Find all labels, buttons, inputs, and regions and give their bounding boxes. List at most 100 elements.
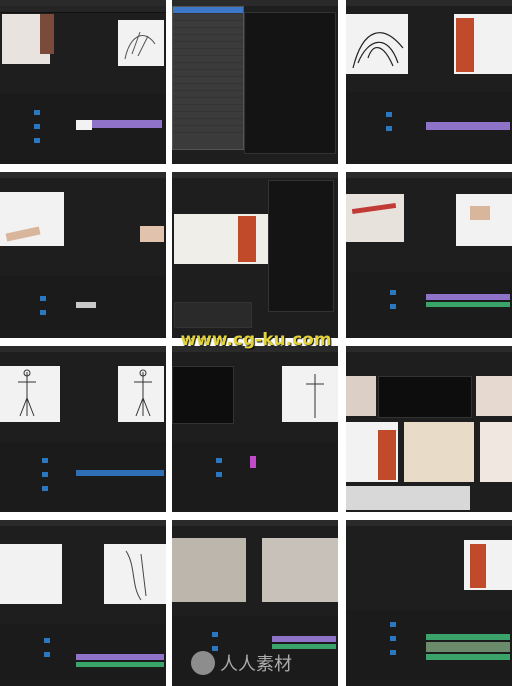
menu-item[interactable] bbox=[173, 84, 243, 91]
video-clip[interactable] bbox=[92, 120, 162, 128]
clip-thumbnails[interactable] bbox=[426, 642, 510, 652]
menu-item[interactable] bbox=[173, 49, 243, 56]
track-toggle[interactable] bbox=[390, 290, 396, 295]
track-toggle[interactable] bbox=[34, 138, 40, 143]
timeline-panel bbox=[0, 276, 166, 338]
menu-item[interactable] bbox=[173, 105, 243, 112]
hair-sketch bbox=[352, 32, 404, 69]
red-hair-image bbox=[456, 18, 474, 72]
track-toggle[interactable] bbox=[34, 124, 40, 129]
menu-item[interactable] bbox=[173, 98, 243, 105]
screenshot-tile-2 bbox=[172, 0, 338, 164]
program-preview bbox=[456, 194, 512, 246]
title-styles-panel bbox=[174, 302, 252, 328]
video-clip[interactable] bbox=[272, 636, 336, 642]
menu-bar bbox=[346, 0, 512, 6]
timeline-panel bbox=[0, 94, 166, 164]
title-clip[interactable] bbox=[76, 302, 96, 308]
menu-item[interactable] bbox=[173, 70, 243, 77]
screenshot-tile-10 bbox=[0, 520, 166, 686]
video-clip[interactable] bbox=[76, 470, 164, 476]
video-clip[interactable] bbox=[250, 456, 256, 468]
track-toggle[interactable] bbox=[42, 486, 48, 491]
workspace-tabs bbox=[0, 6, 166, 13]
track-toggle[interactable] bbox=[44, 652, 50, 657]
track-toggle[interactable] bbox=[386, 126, 392, 131]
face-image bbox=[40, 14, 54, 54]
track-toggle[interactable] bbox=[386, 112, 392, 117]
menu-item[interactable] bbox=[173, 77, 243, 84]
timeline-panel bbox=[0, 624, 166, 686]
screenshot-tile-3 bbox=[346, 0, 512, 164]
watermark-url: www.cg-ku.com bbox=[180, 330, 332, 350]
track-toggle[interactable] bbox=[212, 632, 218, 637]
screenshot-tile-6 bbox=[346, 172, 512, 338]
red-hair-image bbox=[378, 430, 396, 480]
screenshot-tile-4 bbox=[0, 172, 166, 338]
video-clip[interactable] bbox=[426, 122, 510, 130]
screenshot-tile-9 bbox=[346, 346, 512, 512]
thumbnail bbox=[476, 376, 512, 416]
menu-item[interactable] bbox=[173, 126, 243, 133]
screenshot-tile-12 bbox=[346, 520, 512, 686]
skeleton-sketch bbox=[134, 369, 152, 417]
menu-item[interactable] bbox=[173, 63, 243, 70]
dropdown-menu[interactable] bbox=[172, 6, 244, 150]
screenshot-tile-1 bbox=[0, 0, 166, 164]
audio-clip[interactable] bbox=[426, 634, 510, 640]
menu-item[interactable] bbox=[173, 112, 243, 119]
audio-clip[interactable] bbox=[426, 654, 510, 660]
timeline-panel bbox=[346, 272, 512, 338]
menu-bar bbox=[172, 172, 338, 178]
video-clip[interactable] bbox=[426, 294, 510, 300]
track-toggle[interactable] bbox=[42, 458, 48, 463]
thumbnail bbox=[346, 376, 376, 416]
audio-clip[interactable] bbox=[76, 662, 164, 667]
skeleton-sketch bbox=[306, 374, 324, 418]
audio-clip[interactable] bbox=[426, 302, 510, 307]
menu-bar bbox=[346, 520, 512, 526]
screenshot-tile-8 bbox=[172, 346, 338, 512]
menu-item[interactable] bbox=[173, 56, 243, 63]
menu-item[interactable] bbox=[173, 42, 243, 49]
track-toggle[interactable] bbox=[216, 458, 222, 463]
hand-image bbox=[470, 206, 490, 220]
menu-item[interactable] bbox=[173, 28, 243, 35]
thumbnail-clip bbox=[76, 120, 92, 130]
menu-item[interactable] bbox=[173, 91, 243, 98]
track-toggle[interactable] bbox=[216, 472, 222, 477]
video-clip[interactable] bbox=[76, 654, 164, 660]
timeline-panel bbox=[0, 442, 166, 512]
source-monitor bbox=[172, 366, 234, 424]
thumbnail bbox=[346, 486, 470, 510]
menu-item[interactable] bbox=[173, 21, 243, 28]
skeleton-sketch bbox=[18, 369, 36, 417]
track-toggle[interactable] bbox=[390, 636, 396, 641]
track-toggle[interactable] bbox=[44, 638, 50, 643]
program-preview bbox=[140, 226, 164, 242]
track-toggle[interactable] bbox=[390, 622, 396, 627]
menu-item[interactable] bbox=[173, 7, 243, 14]
figure-sketch bbox=[125, 550, 147, 601]
source-preview bbox=[0, 544, 62, 604]
program-monitor bbox=[378, 376, 472, 418]
menu-item[interactable] bbox=[173, 119, 243, 126]
svg-text:人人素材: 人人素材 bbox=[220, 654, 292, 675]
screenshot-tile-7 bbox=[0, 346, 166, 512]
track-toggle[interactable] bbox=[42, 472, 48, 477]
track-toggle[interactable] bbox=[40, 310, 46, 315]
track-toggle[interactable] bbox=[40, 296, 46, 301]
source-preview bbox=[172, 538, 246, 602]
program-preview bbox=[262, 538, 338, 602]
red-hair-image bbox=[238, 216, 256, 262]
menu-item[interactable] bbox=[173, 35, 243, 42]
track-toggle[interactable] bbox=[34, 110, 40, 115]
menu-item[interactable] bbox=[173, 14, 243, 21]
red-hair-image bbox=[470, 544, 486, 588]
watermark-logo: 人人素材 bbox=[191, 651, 292, 675]
thumbnail bbox=[404, 422, 474, 482]
track-toggle[interactable] bbox=[390, 304, 396, 309]
menu-bar bbox=[346, 172, 512, 178]
timeline-panel bbox=[346, 610, 512, 686]
track-toggle[interactable] bbox=[390, 650, 396, 655]
